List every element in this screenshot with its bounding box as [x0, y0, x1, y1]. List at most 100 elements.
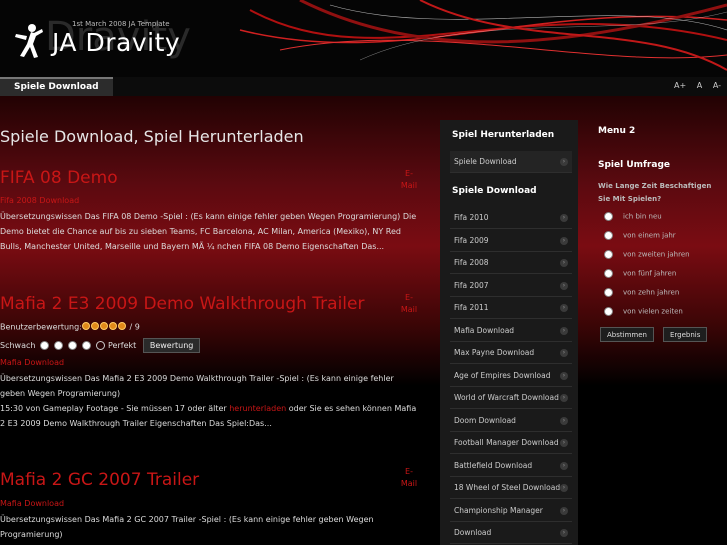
nav-tab-spiele-download[interactable]: Spiele Download [0, 77, 113, 96]
main-nav: Spiele Download A+ A A- [0, 77, 727, 97]
font-increase-button[interactable]: A+ [674, 81, 686, 90]
sidebar-heading: Spiel Herunterladen [452, 130, 555, 140]
sidebar-item[interactable]: Mafia Download › [450, 320, 572, 342]
arrow-right-icon: › [560, 529, 568, 537]
sidebar-item[interactable]: Fifa 2009 › [450, 230, 572, 252]
sidebar-item[interactable]: Fifa 2007 › [450, 275, 572, 297]
sidebar-item[interactable]: Age of Empires Download › [450, 365, 572, 387]
article-intro-text: Übersetzungswissen Das Mafia 2 E3 2009 D… [0, 371, 420, 431]
arrow-right-icon: › [560, 304, 568, 312]
sidebar-item[interactable]: Max Payne Download › [450, 342, 572, 364]
arrow-right-icon: › [560, 349, 568, 357]
article-intro-text: Übersetzungswissen Das Mafia 2 GC 2007 T… [0, 515, 374, 539]
poll-option[interactable]: von einem jahr [604, 231, 676, 240]
email-label-bottom: Mail [400, 479, 418, 488]
poll-option-radio[interactable] [604, 307, 613, 316]
sidebar-item-label: Battlefield Download [454, 460, 533, 470]
sidebar-heading: Spiele Download [452, 186, 537, 196]
vote-radio-1[interactable] [40, 341, 50, 350]
category-link[interactable]: Mafia Download [0, 358, 64, 367]
poll-heading: Spiel Umfrage [598, 160, 670, 170]
poll-option[interactable]: von zweiten jahren [604, 250, 690, 259]
email-label-top: E- [405, 169, 413, 178]
sidebar-item[interactable]: Fifa 2008 › [450, 252, 572, 274]
sidebar-item[interactable]: Fifa 2010 › [450, 207, 572, 229]
sidebar-item[interactable]: Battlefield Download › [450, 455, 572, 477]
rating-stars-icon [81, 322, 127, 332]
site-tagline: 1st March 2008 JA Template [72, 20, 170, 28]
vote-submit-button[interactable]: Bewertung [142, 338, 201, 353]
email-label-top: E- [405, 293, 413, 302]
poll-question: Wie Lange Zeit Beschaftigen Sie Mit Spie… [598, 182, 712, 203]
sidebar-item[interactable]: World of Warcraft Download › [450, 387, 572, 409]
sidebar-download-menu: Spiel Herunterladen Spiele Download › Spi… [440, 120, 578, 545]
poll-option-label: von vielen zeiten [623, 307, 683, 316]
dancer-logo-icon[interactable] [12, 22, 46, 60]
email-link[interactable]: E- Mail [399, 168, 419, 192]
arrow-right-icon: › [560, 214, 568, 222]
sidebar-item-label: Mafia Download [454, 325, 515, 335]
arrow-right-icon: › [560, 326, 568, 335]
sidebar-item[interactable]: Championship Manager › [450, 500, 572, 522]
poll-option-radio[interactable] [604, 212, 613, 221]
poll-option-label: ich bin neu [623, 212, 662, 221]
poll-option[interactable]: von vielen zeiten [604, 307, 683, 316]
sidebar-item[interactable]: Download › [450, 522, 572, 544]
arrow-right-icon: › [560, 506, 568, 515]
sidebar-item-label: Fifa 2009 [454, 235, 489, 245]
poll-option-label: von einem jahr [623, 231, 676, 240]
poll-option-label: von zweiten jahren [623, 250, 690, 259]
vote-radio-2[interactable] [54, 341, 64, 350]
email-label-bottom: Mail [400, 181, 418, 190]
email-link[interactable]: E- Mail [399, 292, 419, 316]
sidebar-item-label: Fifa 2011 [454, 303, 489, 312]
sidebar-item[interactable]: Fifa 2011 › [450, 297, 572, 319]
poll-option-radio[interactable] [604, 231, 613, 240]
article-title-fifa-08-demo[interactable]: FIFA 08 Demo [0, 168, 118, 188]
email-label-bottom: Mail [400, 305, 418, 314]
poll-option[interactable]: von zehn jahren [604, 288, 679, 297]
arrow-right-icon: › [560, 416, 568, 425]
sidebar-item-label: Age of Empires Download [454, 370, 551, 380]
sidebar-item-label: Football Manager Download [454, 438, 559, 447]
poll-option-radio[interactable] [604, 269, 613, 278]
vote-high-label: Perfekt [108, 341, 137, 350]
category-link[interactable]: Fifa 2008 Download [0, 196, 79, 205]
rating-label: Benutzerbewertung: [0, 322, 82, 332]
herunterladen-link[interactable]: herunterladen [229, 404, 286, 413]
vote-form: Schwach Perfekt Bewertung [0, 338, 201, 353]
sidebar-item-label: 18 Wheel of Steel Download [454, 483, 561, 492]
font-reset-button[interactable]: A [697, 81, 702, 90]
article-body-part: Übersetzungswissen Das Mafia 2 E3 2009 D… [0, 374, 394, 398]
menu-2-heading: Menu 2 [598, 126, 636, 136]
logo-text[interactable]: JA Dravity [52, 28, 180, 57]
poll-option-radio[interactable] [604, 250, 613, 259]
poll-option-radio[interactable] [604, 288, 613, 297]
font-decrease-button[interactable]: A- [713, 81, 721, 90]
sidebar-item[interactable]: Doom Download › [450, 410, 572, 432]
page-title: Spiele Download, Spiel Herunterladen [0, 127, 304, 146]
vote-radio-5[interactable] [96, 341, 106, 350]
sidebar-item-label: Max Payne Download [454, 348, 535, 357]
arrow-right-icon: › [560, 439, 568, 447]
sidebar-item-spiele-download[interactable]: Spiele Download › [450, 151, 572, 173]
vote-radio-4[interactable] [82, 341, 92, 350]
vote-button[interactable]: Abstimmen [600, 327, 654, 342]
article-intro-text: Übersetzungswissen Das FIFA 08 Demo -Spi… [0, 212, 417, 251]
category-link[interactable]: Mafia Download [0, 499, 64, 508]
results-button[interactable]: Ergebnis [663, 327, 708, 342]
sidebar-item[interactable]: 18 Wheel of Steel Download › [450, 477, 572, 499]
sidebar-item-label: Download [454, 528, 492, 537]
email-link[interactable]: E- Mail [399, 466, 419, 490]
rating-value: / 9 [129, 322, 140, 332]
poll-option[interactable]: ich bin neu [604, 212, 662, 221]
poll-option[interactable]: von fünf jahren [604, 269, 676, 278]
article-title-mafia-2-gc[interactable]: Mafia 2 GC 2007 Trailer [0, 470, 199, 490]
arrow-right-icon: › [560, 236, 568, 245]
article-title-mafia-2-e3[interactable]: Mafia 2 E3 2009 Demo Walkthrough Trailer [0, 294, 364, 314]
arrow-right-icon: › [560, 259, 568, 267]
arrow-right-icon: › [560, 484, 568, 492]
vote-radio-3[interactable] [68, 341, 78, 350]
arrow-right-icon: › [560, 371, 568, 380]
sidebar-item[interactable]: Football Manager Download › [450, 432, 572, 454]
